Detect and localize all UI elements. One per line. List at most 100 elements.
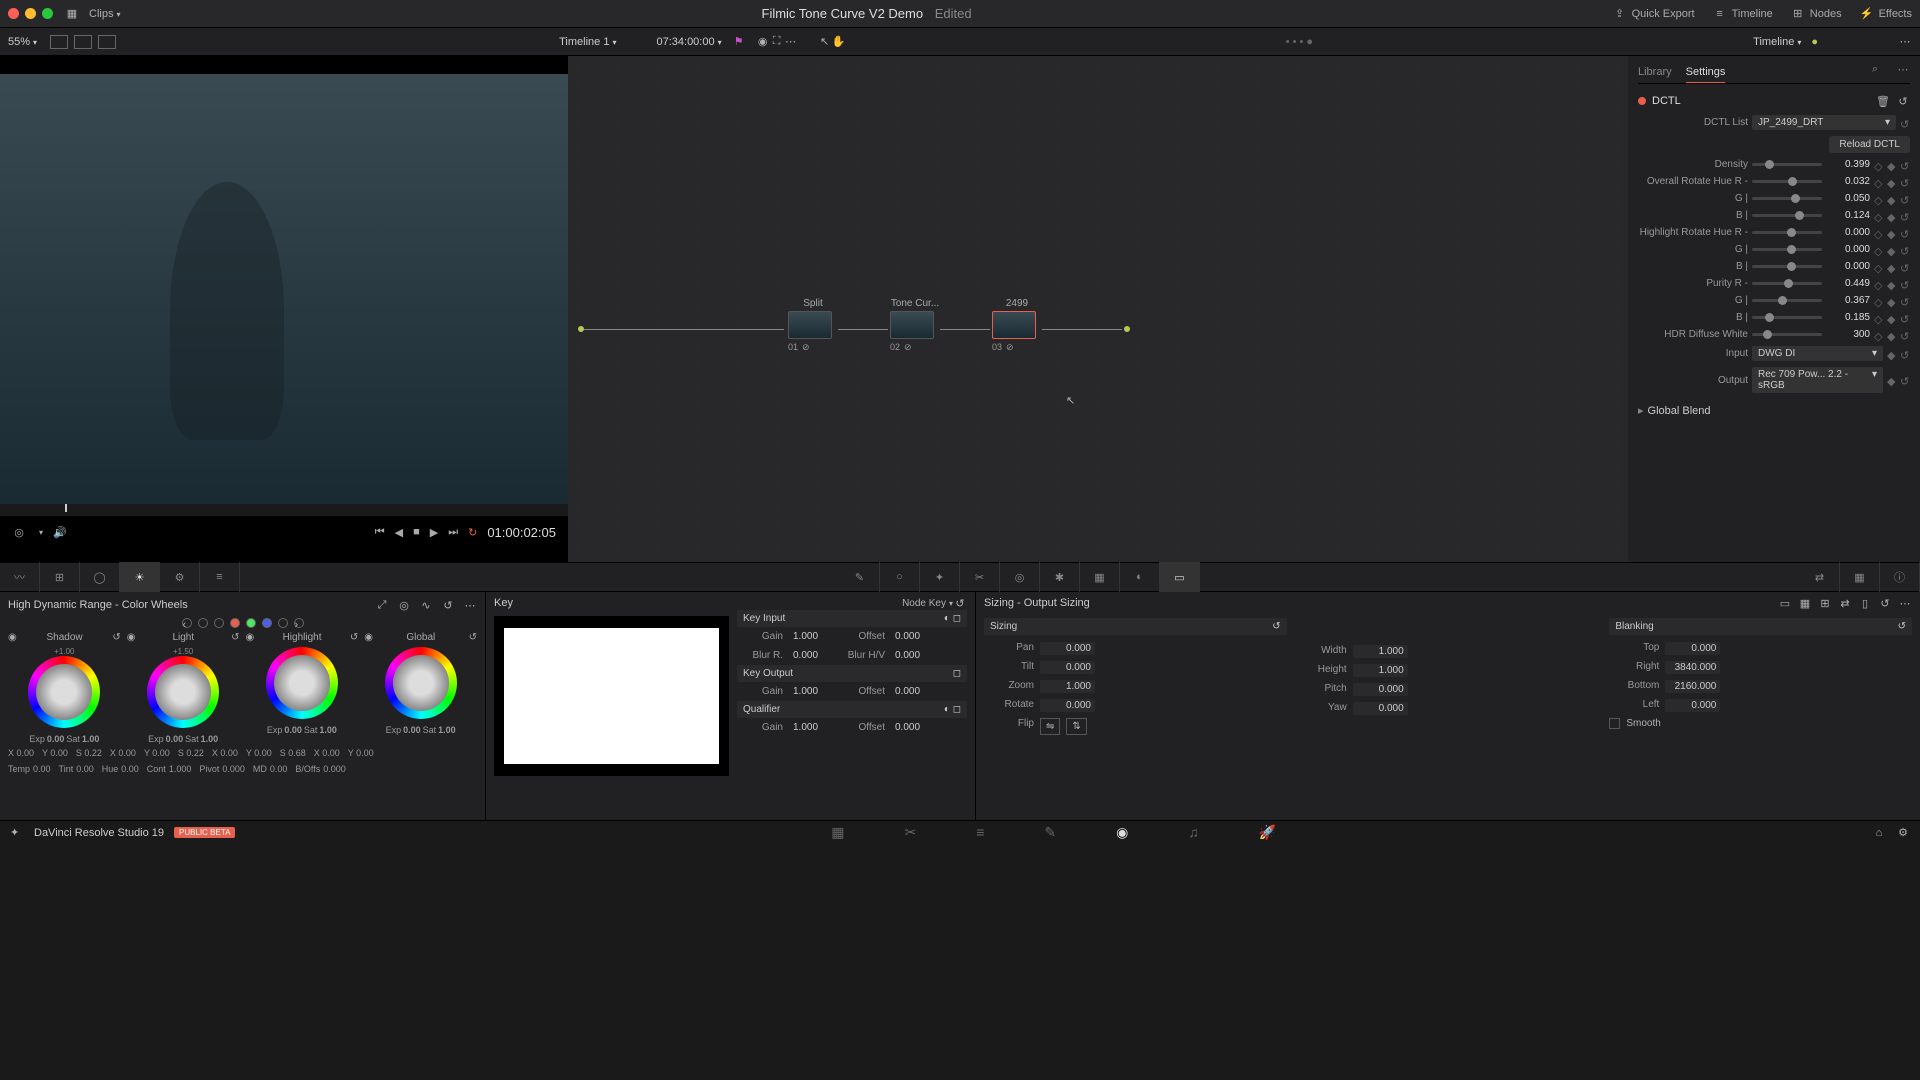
flag-icon[interactable]: ⚑ [732,35,746,49]
keyframe-prev-icon[interactable]: ◇ [1874,228,1884,238]
sizing-mode-icon[interactable]: ⇄ [1838,596,1852,610]
circle-mask-icon[interactable]: ○ [880,562,920,592]
more-icon[interactable]: ⋯ [1898,35,1912,49]
param-slider[interactable] [1752,163,1822,166]
param-slider[interactable] [1752,197,1822,200]
stop-button[interactable]: ■ [413,526,420,538]
param-slider[interactable] [1752,316,1822,319]
expand-icon[interactable]: ⤢ [375,598,389,612]
keyframe-icon[interactable]: ◆ [1887,296,1897,306]
wheel-enable-icon[interactable]: ◉ [364,632,373,643]
info-icon[interactable]: ⓘ [1880,562,1920,592]
prev-frame-button[interactable]: ◀ [395,526,403,539]
page-color[interactable]: ◉ [1116,824,1128,841]
keyframe-prev-icon[interactable]: ◇ [1874,279,1884,289]
output-select[interactable]: Rec 709 Pow... 2.2 - sRGB▾ [1752,367,1883,393]
keyframe-icon[interactable]: ◆ [1887,160,1897,170]
page-cut[interactable]: ✂ [904,824,916,841]
right-field[interactable]: 3840.000 [1665,661,1720,674]
reset-icon[interactable]: ↺ [1900,313,1910,323]
node-key-dropdown[interactable]: Node Key [902,598,953,609]
more-icon[interactable]: ⋯ [463,598,477,612]
reset-icon[interactable]: ↺ [1900,262,1910,272]
keyframe-prev-icon[interactable]: ◇ [1874,296,1884,306]
matte-icon[interactable]: ◻ [953,668,961,679]
viewer-scrubber[interactable] [0,504,568,516]
page-fusion[interactable]: ✎ [1044,824,1056,841]
keyframe-icon[interactable]: ◆ [1887,245,1897,255]
height-field[interactable]: 1.000 [1353,664,1408,677]
param-value[interactable]: 0.000 [1826,227,1870,238]
param-value[interactable]: 0.050 [1826,193,1870,204]
keyframe-icon[interactable]: ◆ [1887,349,1897,359]
tab-library[interactable]: Library [1638,62,1672,83]
volume-icon[interactable]: 🔊 [53,525,67,539]
viewer-timecode[interactable]: 07:34:00:00 [656,36,721,48]
pan-field[interactable]: 0.000 [1040,642,1095,655]
yaw-field[interactable]: 0.000 [1353,702,1408,715]
keyframe-icon[interactable]: ◆ [1887,330,1897,340]
picker-dropdown[interactable] [36,526,43,538]
reset-icon[interactable]: ↺ [1900,245,1910,255]
color-wheel-highlight[interactable] [266,647,338,719]
keyframe-icon[interactable]: ◆ [1887,313,1897,323]
top-field[interactable]: 0.000 [1665,642,1720,655]
matte-icon[interactable]: ◻ [953,613,961,624]
keyframe-icon[interactable]: ≡ [200,562,240,592]
close-icon[interactable] [8,8,19,19]
keyframe-prev-icon[interactable]: ◇ [1874,211,1884,221]
expand-icon[interactable]: ⛶ [770,35,784,49]
param-slider[interactable] [1752,180,1822,183]
reset-icon[interactable]: ↺ [469,632,477,643]
keyframe-icon[interactable]: ◆ [1887,177,1897,187]
param-value[interactable]: 0.000 [1826,261,1870,272]
view-cinema-icon[interactable] [98,35,116,49]
param-value[interactable]: 300 [1826,329,1870,340]
pitch-field[interactable]: 0.000 [1353,683,1408,696]
param-value[interactable]: 0.000 [1826,244,1870,255]
param-value[interactable]: 0.124 [1826,210,1870,221]
reset-icon[interactable]: ↺ [1896,94,1910,108]
sizing-mode-icon[interactable]: ▭ [1778,596,1792,610]
loop-button[interactable]: ↻ [468,526,477,539]
reset-icon[interactable]: ↺ [1898,621,1906,632]
home-icon[interactable]: ⌂ [1872,826,1886,840]
motion-icon[interactable]: ⚙ [160,562,200,592]
hdr-icon[interactable]: ☀ [120,562,160,592]
settings-icon[interactable]: ⚙ [1896,826,1910,840]
keyframe-icon[interactable]: ◆ [1887,194,1897,204]
keyframe-icon[interactable]: ◆ [1887,211,1897,221]
quick-export-button[interactable]: ⇪ Quick Export [1613,7,1695,21]
smooth-checkbox[interactable] [1609,718,1620,729]
last-frame-button[interactable]: ⏭ [448,526,458,539]
param-slider[interactable] [1752,299,1822,302]
picker-icon[interactable]: ✂ [960,562,1000,592]
more-icon[interactable]: ⋯ [1896,62,1910,76]
reset-icon[interactable]: ↺ [1900,296,1910,306]
window-controls[interactable] [8,8,53,19]
tab-settings[interactable]: Settings [1686,62,1726,83]
matte-icon[interactable]: ◻ [953,704,961,715]
keyframe-prev-icon[interactable]: ◇ [1874,177,1884,187]
keyframe-prev-icon[interactable]: ◇ [1874,160,1884,170]
param-value[interactable]: 0.399 [1826,159,1870,170]
keyframe-prev-icon[interactable]: ◇ [1874,262,1884,272]
pen-icon[interactable]: ✎ [840,562,880,592]
clips-dropdown[interactable]: Clips [89,8,120,20]
invert-icon[interactable]: ◐ [944,613,950,624]
nodes-button[interactable]: ⊞ Nodes [1791,7,1842,21]
graph-output-icon[interactable] [1124,326,1130,332]
reset-icon[interactable]: ↺ [1272,621,1280,632]
reset-icon[interactable]: ↺ [1900,375,1910,385]
bypass-icon[interactable]: ◉ [756,35,770,49]
param-slider[interactable] [1752,214,1822,217]
wheel-enable-icon[interactable]: ◉ [246,632,255,643]
reset-icon[interactable]: ↺ [1900,349,1910,359]
color-wheel-light[interactable] [147,656,219,728]
flip-h-button[interactable]: ⇋ [1040,718,1060,735]
view-single-icon[interactable] [50,35,68,49]
minimize-icon[interactable] [25,8,36,19]
tracker-icon[interactable]: ◎ [1000,562,1040,592]
flip-v-button[interactable]: ⇅ [1066,718,1086,735]
keyframe-prev-icon[interactable]: ◇ [1874,245,1884,255]
